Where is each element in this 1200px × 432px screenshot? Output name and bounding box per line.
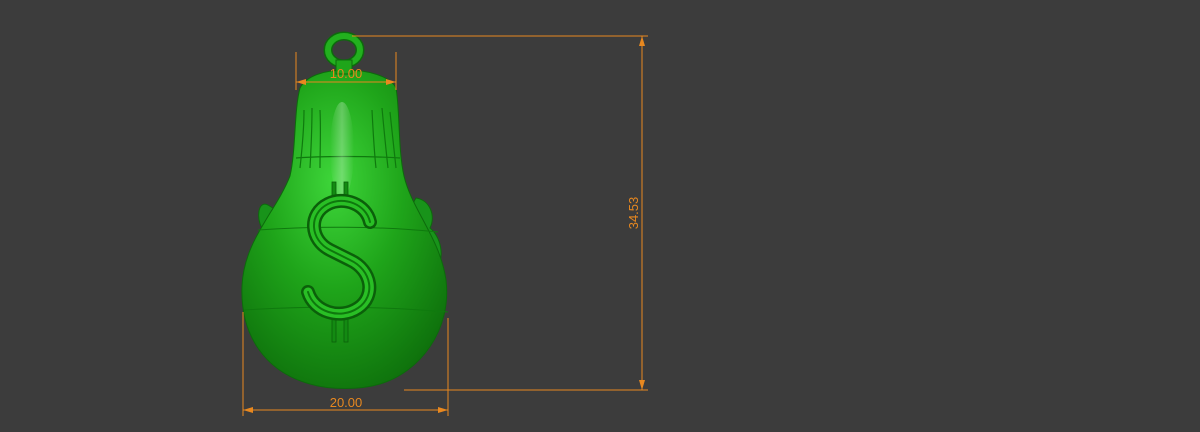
dimension-height-label: 34.53 bbox=[626, 197, 641, 230]
dimension-bottom-width-label: 20.00 bbox=[330, 395, 363, 410]
money-bag-pendant-model[interactable] bbox=[241, 31, 449, 389]
dimension-top-width-label: 10.00 bbox=[330, 66, 363, 81]
3d-viewport[interactable]: 10.00 20.00 34.53 bbox=[0, 0, 1200, 432]
viewport-scene: 10.00 20.00 34.53 bbox=[241, 31, 648, 416]
